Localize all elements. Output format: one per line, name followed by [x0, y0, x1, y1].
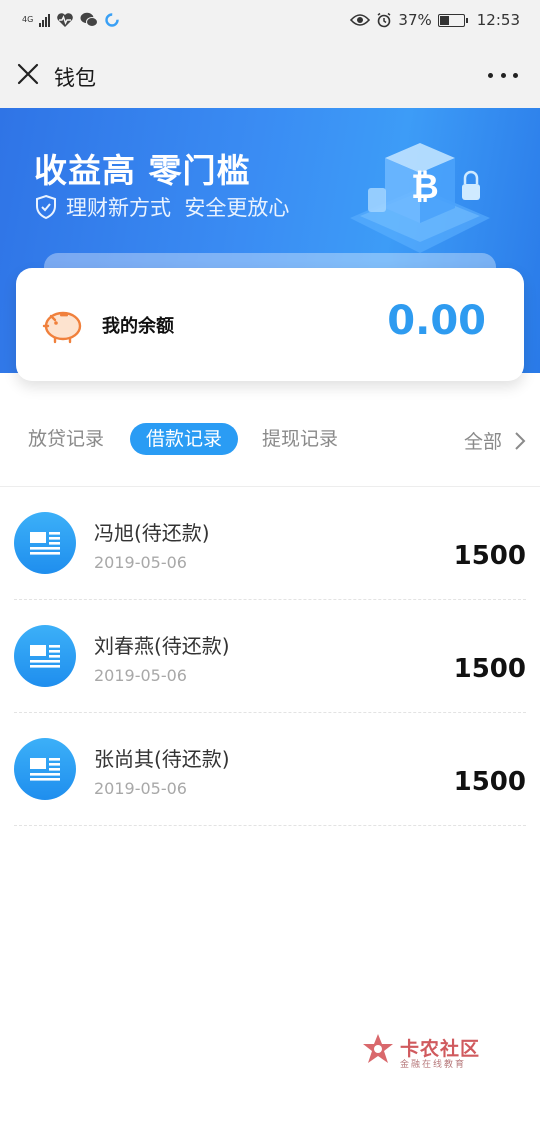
battery-percent: 37% [398, 11, 432, 29]
document-icon [14, 625, 76, 687]
balance-amount: 0.00 [387, 298, 486, 344]
status-right: 37% 12:53 [350, 11, 520, 29]
record-tabs: 放贷记录 借款记录 提现记录 全部 [0, 418, 540, 460]
status-left: 4G [22, 12, 120, 28]
record-date: 2019-05-06 [94, 553, 187, 572]
list-item[interactable]: 冯旭(待还款) 2019-05-06 1500 [0, 487, 540, 600]
record-date: 2019-05-06 [94, 779, 187, 798]
status-bar: 4G 37% 12:53 [0, 0, 540, 42]
piggy-bank-icon [42, 311, 82, 344]
page-title: 钱包 [54, 66, 96, 90]
close-icon [17, 63, 39, 85]
record-amount: 1500 [453, 654, 526, 684]
record-amount: 1500 [453, 541, 526, 571]
tab-borrowing-records[interactable]: 借款记录 [130, 423, 239, 455]
record-date: 2019-05-06 [94, 666, 187, 685]
network-type: 4G [22, 15, 34, 24]
tab-all[interactable]: 全部 [464, 427, 526, 454]
list-item[interactable]: 张尚其(待还款) 2019-05-06 1500 [0, 713, 540, 826]
clock: 12:53 [476, 11, 520, 29]
svg-text:₿: ₿ [411, 167, 439, 207]
document-icon [14, 738, 76, 800]
banner-subtitle-row: 理财新方式 安全更放心 [34, 192, 289, 222]
alarm-icon [377, 12, 391, 28]
more-options-button[interactable] [488, 64, 518, 86]
record-name: 冯旭(待还款) [94, 521, 210, 545]
watermark-subtitle: 金融在线教育 [400, 1060, 467, 1070]
wechat-icon [80, 12, 99, 27]
balance-card[interactable]: 我的余额 0.00 [16, 268, 524, 381]
document-icon [14, 512, 76, 574]
records-list: 冯旭(待还款) 2019-05-06 1500 刘春燕(待还款) 2019-05… [0, 487, 540, 826]
nav-bar: 钱包 [0, 42, 540, 108]
balance-label: 我的余额 [102, 316, 174, 337]
record-amount: 1500 [453, 767, 526, 797]
shield-check-icon [36, 194, 56, 220]
sync-icon [105, 13, 119, 27]
battery-icon [437, 13, 468, 27]
tab-lending-records[interactable]: 放贷记录 [28, 423, 104, 455]
chevron-right-icon [515, 431, 526, 450]
watermark-logo-icon [363, 1034, 393, 1063]
tab-all-label: 全部 [463, 431, 502, 453]
watermark: 卡农社区 金融在线教育 [360, 1032, 490, 1072]
health-heart-icon [57, 13, 74, 27]
signal-icon [39, 13, 51, 27]
tab-withdrawal-records[interactable]: 提现记录 [262, 423, 338, 455]
record-name: 张尚其(待还款) [94, 747, 230, 771]
more-dot-icon [488, 72, 493, 78]
more-dot-icon [500, 72, 506, 78]
record-name: 刘春燕(待还款) [94, 634, 230, 658]
close-button[interactable] [14, 60, 42, 88]
bitcoin-cube-illustration: ₿ [350, 143, 490, 253]
eye-comfort-icon [350, 14, 371, 26]
more-dot-icon [513, 72, 518, 78]
list-item[interactable]: 刘春燕(待还款) 2019-05-06 1500 [0, 600, 540, 713]
banner-title: 收益高 零门槛 [34, 151, 251, 190]
banner-subtitle: 理财新方式 安全更放心 [66, 196, 290, 220]
